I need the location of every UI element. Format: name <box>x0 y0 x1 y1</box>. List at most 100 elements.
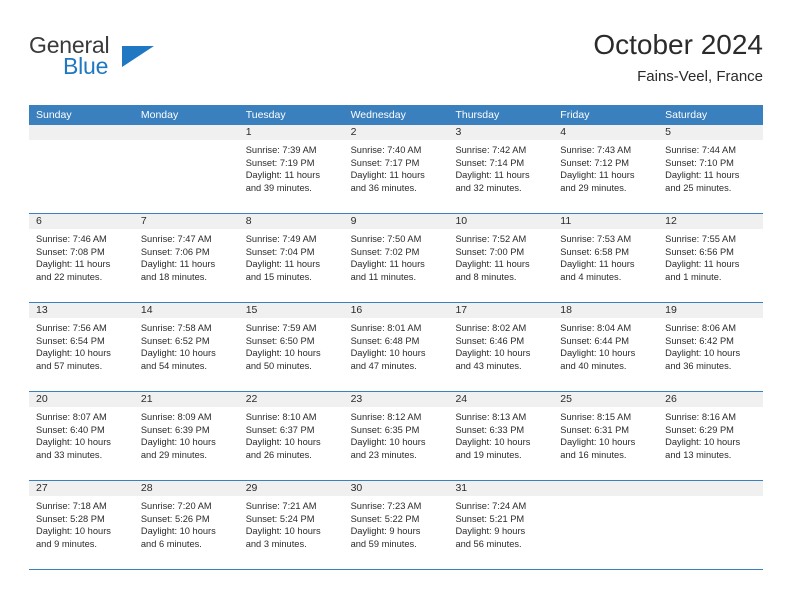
calendar-day-cell[interactable]: 24 Sunrise: 8:13 AM Sunset: 6:33 PM Dayligh… <box>448 392 554 480</box>
calendar-weeks: 1 Sunrise: 7:39 AM Sunset: 7:19 PM Daylight… <box>29 125 764 570</box>
calendar-day-cell[interactable]: 31 Sunrise: 7:24 AM Sunset: 5:21 PM Dayligh… <box>448 481 554 569</box>
day-number: 27 <box>36 482 48 494</box>
sunset-text: Sunset: 6:58 PM <box>560 246 630 257</box>
page-subtitle: Fains-Veel, France <box>637 68 763 85</box>
day-number: 8 <box>245 215 252 227</box>
day-sun-info: Sunrise: 8:04 AM Sunset: 6:44 PM Daylight:… <box>553 318 658 372</box>
calendar-day-cell[interactable]: 18 Sunrise: 8:04 AM Sunset: 6:44 PM Dayligh… <box>553 303 659 391</box>
calendar-day-cell[interactable]: 25 Sunrise: 8:15 AM Sunset: 6:31 PM Dayligh… <box>553 392 659 480</box>
daylight-text-line2: and 54 minutes. <box>140 360 208 371</box>
calendar-day-cell[interactable]: 7 Sunrise: 7:47 AM Sunset: 7:06 PM Daylight… <box>133 214 239 302</box>
daylight-text-line1: Daylight: 10 hours <box>455 437 531 447</box>
calendar-day-cell[interactable]: 22 Sunrise: 8:10 AM Sunset: 6:37 PM Dayligh… <box>238 392 344 480</box>
daylight-text-line2: and 15 minutes. <box>245 271 312 282</box>
sunset-text: Sunset: 7:04 PM <box>245 246 315 257</box>
calendar-day-cell[interactable]: 13 Sunrise: 7:56 AM Sunset: 6:54 PM Dayligh… <box>29 303 134 391</box>
calendar-day-cell[interactable]: 16 Sunrise: 8:01 AM Sunset: 6:48 PM Dayligh… <box>343 303 449 391</box>
day-number-band: 28 <box>133 481 239 496</box>
calendar-day-cell[interactable]: 10 Sunrise: 7:52 AM Sunset: 7:00 PM Dayligh… <box>448 214 554 302</box>
daylight-text-line1: Daylight: 11 hours <box>560 170 635 180</box>
calendar-day-cell[interactable]: 30 Sunrise: 7:23 AM Sunset: 5:22 PM Dayligh… <box>343 481 449 569</box>
daylight-text-line1: Daylight: 10 hours <box>140 526 216 536</box>
calendar-day-cell[interactable]: 20 Sunrise: 8:07 AM Sunset: 6:40 PM Dayligh… <box>29 392 134 480</box>
calendar-day-cell[interactable]: 23 Sunrise: 8:12 AM Sunset: 6:35 PM Dayligh… <box>343 392 449 480</box>
sunrise-text: Sunrise: 7:59 AM <box>245 323 317 333</box>
sunset-text: Sunset: 7:17 PM <box>350 157 420 168</box>
calendar-day-cell[interactable]: 21 Sunrise: 8:09 AM Sunset: 6:39 PM Dayligh… <box>133 392 239 480</box>
day-number-band: 30 <box>343 481 449 496</box>
daylight-text-line2: and 3 minutes. <box>245 538 307 549</box>
calendar-day-cell[interactable]: 6 Sunrise: 7:46 AM Sunset: 7:08 PM Daylight… <box>29 214 134 302</box>
day-number-band: 29 <box>238 481 344 496</box>
daylight-text-line1: Daylight: 10 hours <box>140 348 216 358</box>
daylight-text-line1: Daylight: 10 hours <box>350 348 426 358</box>
day-number: 4 <box>560 126 567 138</box>
day-sun-info: Sunrise: 7:21 AM Sunset: 5:24 PM Daylight:… <box>239 496 344 550</box>
daylight-text-line2: and 29 minutes. <box>140 449 208 460</box>
day-number-band: 15 <box>238 303 344 318</box>
daylight-text-line1: Daylight: 11 hours <box>350 170 425 180</box>
calendar-day-cell[interactable]: 27 Sunrise: 7:18 AM Sunset: 5:28 PM Dayligh… <box>29 481 134 569</box>
daylight-text-line2: and 47 minutes. <box>350 360 417 371</box>
calendar-day-cell[interactable]: 19 Sunrise: 8:06 AM Sunset: 6:42 PM Dayligh… <box>658 303 764 391</box>
day-number-band: 6 <box>29 214 134 229</box>
sunrise-text: Sunrise: 7:44 AM <box>665 145 736 155</box>
calendar-day-cell[interactable]: 11 Sunrise: 7:53 AM Sunset: 6:58 PM Dayligh… <box>553 214 659 302</box>
general-blue-logo: General Blue <box>29 32 154 88</box>
day-sun-info: Sunrise: 7:43 AM Sunset: 7:12 PM Daylight:… <box>553 140 658 194</box>
calendar-day-cell[interactable]: 28 Sunrise: 7:20 AM Sunset: 5:26 PM Dayligh… <box>133 481 239 569</box>
sunrise-text: Sunrise: 7:56 AM <box>36 323 107 333</box>
day-sun-info: Sunrise: 7:24 AM Sunset: 5:21 PM Daylight:… <box>448 496 553 550</box>
sunrise-text: Sunrise: 8:13 AM <box>455 412 527 422</box>
sunset-text: Sunset: 5:21 PM <box>455 513 525 524</box>
day-sun-info: Sunrise: 7:47 AM Sunset: 7:06 PM Daylight:… <box>134 229 239 283</box>
day-number-band <box>133 125 239 140</box>
calendar-day-cell[interactable]: 9 Sunrise: 7:50 AM Sunset: 7:02 PM Daylight… <box>343 214 449 302</box>
sunrise-text: Sunrise: 8:12 AM <box>350 412 422 422</box>
day-number: 25 <box>560 393 572 405</box>
day-number-band: 22 <box>238 392 344 407</box>
sunrise-text: Sunrise: 8:04 AM <box>560 323 632 333</box>
day-number-band: 27 <box>29 481 134 496</box>
daylight-text-line2: and 36 minutes. <box>350 182 417 193</box>
sunrise-text: Sunrise: 8:01 AM <box>350 323 422 333</box>
daylight-text-line2: and 6 minutes. <box>140 538 202 549</box>
calendar-day-cell[interactable]: 15 Sunrise: 7:59 AM Sunset: 6:50 PM Dayligh… <box>238 303 344 391</box>
day-number: 29 <box>245 482 258 494</box>
day-number-band: 3 <box>448 125 554 140</box>
sunset-text: Sunset: 6:42 PM <box>665 335 734 346</box>
daylight-text-line2: and 39 minutes. <box>245 182 312 193</box>
calendar-week-row: 27 Sunrise: 7:18 AM Sunset: 5:28 PM Dayligh… <box>29 481 764 570</box>
sunrise-text: Sunrise: 7:52 AM <box>455 234 527 244</box>
calendar-day-cell[interactable]: 4 Sunrise: 7:43 AM Sunset: 7:12 PM Daylight… <box>553 125 659 213</box>
day-number: 26 <box>665 393 677 405</box>
day-number-band: 25 <box>553 392 659 407</box>
daylight-text-line1: Daylight: 10 hours <box>560 348 636 358</box>
calendar-day-cell[interactable]: 3 Sunrise: 7:42 AM Sunset: 7:14 PM Daylight… <box>448 125 554 213</box>
sunrise-text: Sunrise: 8:10 AM <box>245 412 317 422</box>
calendar-day-cell[interactable]: 1 Sunrise: 7:39 AM Sunset: 7:19 PM Daylight… <box>238 125 344 213</box>
calendar-day-cell[interactable]: 17 Sunrise: 8:02 AM Sunset: 6:46 PM Dayligh… <box>448 303 554 391</box>
sunrise-text: Sunrise: 7:23 AM <box>350 501 422 511</box>
calendar-day-cell[interactable]: 14 Sunrise: 7:58 AM Sunset: 6:52 PM Dayligh… <box>133 303 239 391</box>
daylight-text-line1: Daylight: 10 hours <box>455 348 531 358</box>
day-number-band: 9 <box>343 214 449 229</box>
day-sun-info: Sunrise: 7:39 AM Sunset: 7:19 PM Daylight:… <box>239 140 344 194</box>
sunrise-text: Sunrise: 7:39 AM <box>245 145 317 155</box>
daylight-text-line1: Daylight: 10 hours <box>36 348 111 358</box>
day-number: 20 <box>36 393 48 405</box>
calendar-day-cell[interactable]: 2 Sunrise: 7:40 AM Sunset: 7:17 PM Daylight… <box>343 125 449 213</box>
daylight-text-line2: and 1 minute. <box>665 271 722 282</box>
calendar-day-cell[interactable]: 5 Sunrise: 7:44 AM Sunset: 7:10 PM Daylight… <box>658 125 764 213</box>
calendar-day-cell[interactable]: 12 Sunrise: 7:55 AM Sunset: 6:56 PM Dayligh… <box>658 214 764 302</box>
day-number-band <box>553 481 659 496</box>
calendar-day-cell[interactable]: 26 Sunrise: 8:16 AM Sunset: 6:29 PM Dayligh… <box>658 392 764 480</box>
day-sun-info: Sunrise: 7:52 AM Sunset: 7:00 PM Daylight:… <box>448 229 553 283</box>
sunset-text: Sunset: 6:50 PM <box>245 335 315 346</box>
calendar-day-cell[interactable]: 29 Sunrise: 7:21 AM Sunset: 5:24 PM Dayligh… <box>238 481 344 569</box>
calendar-day-cell[interactable]: 8 Sunrise: 7:49 AM Sunset: 7:04 PM Daylight… <box>238 214 344 302</box>
calendar-day-cell-empty <box>553 481 659 569</box>
day-number-band: 10 <box>448 214 554 229</box>
sunrise-text: Sunrise: 7:18 AM <box>36 501 107 511</box>
sunrise-text: Sunrise: 7:20 AM <box>140 501 212 511</box>
